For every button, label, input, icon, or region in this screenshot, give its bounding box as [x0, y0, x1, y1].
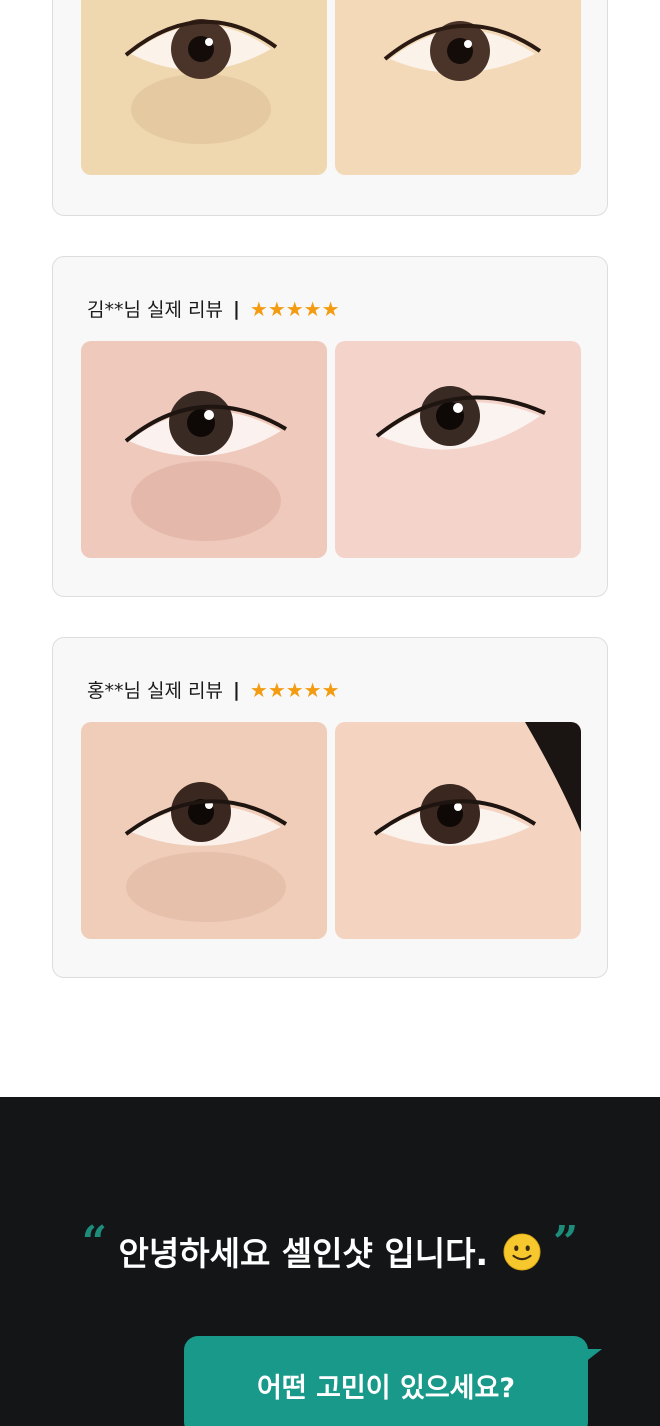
- before-photo: [81, 0, 327, 175]
- close-quote: ”: [552, 1217, 579, 1268]
- review-card-2: 김**님 실제 리뷰 | ★★★★★: [52, 256, 608, 597]
- question-bubble[interactable]: 어떤 고민이 있으세요?: [184, 1336, 588, 1426]
- title-separator: |: [232, 678, 240, 701]
- review-label: 실제 리뷰: [146, 299, 223, 321]
- greeting-text: 안녕하세요 셀인샷 입니다.: [118, 1234, 488, 1273]
- after-photo: [335, 722, 581, 939]
- before-photo: [81, 341, 327, 558]
- after-photo: [335, 0, 581, 175]
- reviewer-name: 김**님: [87, 299, 141, 321]
- reviewer-name: 홍**님: [87, 680, 141, 702]
- title-separator: |: [232, 297, 240, 320]
- smiley-icon: [503, 1233, 542, 1271]
- open-quote: “: [81, 1217, 107, 1268]
- review-title: 홍**님 실제 리뷰 | ★★★★★: [87, 676, 340, 703]
- review-label: 실제 리뷰: [146, 680, 223, 702]
- question-text: 어떤 고민이 있으세요?: [256, 1373, 516, 1404]
- star-rating: ★★★★★: [249, 677, 340, 702]
- review-card-1: [52, 0, 608, 216]
- consult-section: “ 안녕하세요 셀인샷 입니다. ” 어떤 고민이 있으세요?: [0, 1097, 660, 1426]
- review-title: 김**님 실제 리뷰 | ★★★★★: [87, 295, 340, 322]
- star-rating: ★★★★★: [249, 296, 340, 321]
- bubble-tail-icon: [584, 1349, 602, 1363]
- before-photo: [81, 722, 327, 939]
- greeting-heading: “ 안녕하세요 셀인샷 입니다. ”: [0, 1217, 660, 1278]
- after-photo: [335, 341, 581, 558]
- review-card-3: 홍**님 실제 리뷰 | ★★★★★: [52, 637, 608, 978]
